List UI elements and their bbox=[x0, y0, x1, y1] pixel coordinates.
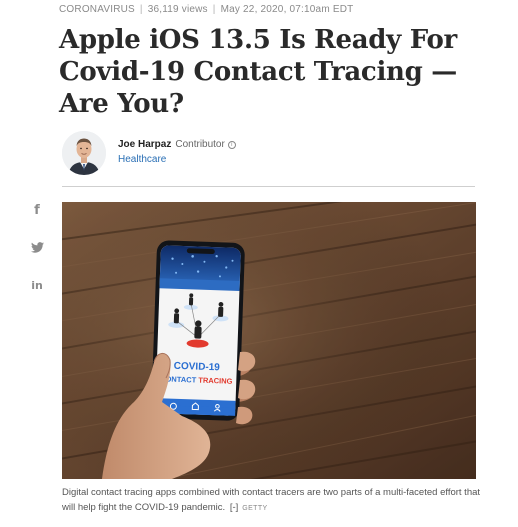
article-page: CORONAVIRUS | 36,119 views | May 22, 2020, 0… bbox=[0, 0, 518, 527]
publish-date: May 22, 2020, 07:10am EDT bbox=[220, 4, 354, 15]
twitter-icon[interactable] bbox=[26, 236, 48, 258]
info-icon[interactable]: i bbox=[227, 141, 236, 149]
author-section-link[interactable]: Healthcare bbox=[118, 154, 166, 165]
phone-covid-label: COVID-19 bbox=[174, 361, 221, 374]
view-count: 36,119 views bbox=[147, 4, 208, 15]
caption-toggle-button[interactable]: [-] bbox=[230, 502, 238, 513]
category-link[interactable]: CORONAVIRUS bbox=[59, 4, 135, 15]
article-headline: Apple iOS 13.5 Is Ready For Covid-19 Con… bbox=[59, 25, 457, 119]
article-meta: CORONAVIRUS | 36,119 views | May 22, 2020, 0… bbox=[59, 4, 353, 15]
linkedin-glyph: in bbox=[31, 278, 43, 292]
header-divider bbox=[62, 186, 475, 187]
caption-text: Digital contact tracing apps combined wi… bbox=[62, 487, 481, 513]
image-credit: GETTY bbox=[242, 505, 268, 512]
hero-image[interactable]: COVID-19 CONTACT TRACING bbox=[62, 202, 476, 479]
author-line: Joe Harpaz Contributor i bbox=[118, 139, 236, 150]
author-block: Joe Harpaz Contributor i Healthcare bbox=[62, 131, 482, 175]
image-caption: Digital contact tracing apps combined wi… bbox=[62, 485, 482, 516]
author-name[interactable]: Joe Harpaz bbox=[118, 139, 171, 150]
meta-separator: | bbox=[139, 4, 143, 15]
phone-tracing-word: TRACING bbox=[198, 376, 233, 386]
author-avatar[interactable] bbox=[62, 131, 106, 175]
linkedin-icon[interactable]: in bbox=[26, 274, 48, 296]
facebook-glyph: f bbox=[34, 202, 40, 218]
author-role: Contributor bbox=[175, 139, 225, 150]
facebook-icon[interactable]: f bbox=[26, 199, 48, 221]
meta-separator: | bbox=[212, 4, 216, 15]
